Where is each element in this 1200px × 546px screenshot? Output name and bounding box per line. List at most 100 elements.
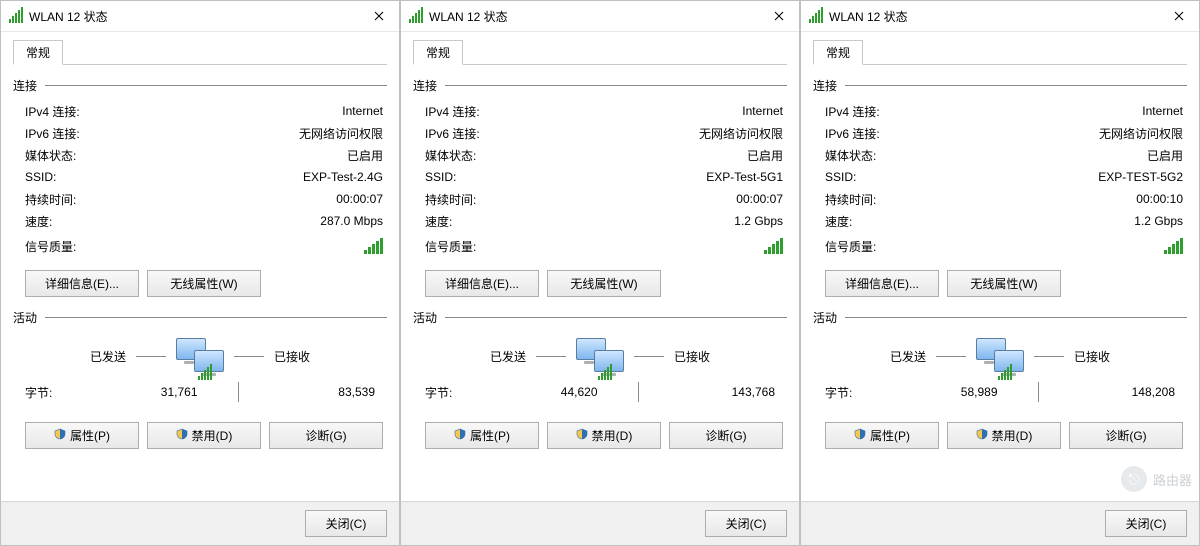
section-connection-label: 连接 bbox=[413, 77, 437, 94]
media-value: 已启用 bbox=[1147, 147, 1183, 164]
wifi-icon bbox=[809, 7, 823, 26]
bytes-label: 字节: bbox=[25, 384, 81, 401]
ipv6-value: 无网络访问权限 bbox=[699, 125, 783, 142]
speed-value: 1.2 Gbps bbox=[734, 214, 783, 228]
bytes-recv-value: 83,539 bbox=[259, 385, 380, 399]
signal-label: 信号质量: bbox=[825, 238, 876, 255]
properties-button[interactable]: 属性(P) bbox=[425, 422, 539, 449]
ipv6-label: IPv6 连接: bbox=[425, 125, 480, 142]
bytes-label: 字节: bbox=[425, 384, 481, 401]
footer: 关闭(C) bbox=[401, 501, 799, 545]
ssid-value: EXP-TEST-5G2 bbox=[1098, 170, 1183, 184]
duration-value: 00:00:07 bbox=[736, 192, 783, 206]
tab-strip: 常规 bbox=[813, 40, 1187, 65]
status-window: WLAN 12 状态 常规 连接 IPv4 连接: Internet IPv6 连… bbox=[800, 0, 1200, 546]
media-label: 媒体状态: bbox=[25, 147, 76, 164]
window-title: WLAN 12 状态 bbox=[429, 8, 759, 25]
watermark-icon: ⎋ bbox=[1121, 466, 1147, 492]
media-label: 媒体状态: bbox=[825, 147, 876, 164]
details-button[interactable]: 详细信息(E)... bbox=[25, 270, 139, 297]
received-label: 已接收 bbox=[674, 348, 710, 365]
tab-general[interactable]: 常规 bbox=[13, 40, 63, 65]
activity-computers-icon bbox=[576, 338, 624, 374]
footer: 关闭(C) bbox=[1, 501, 399, 545]
tab-general[interactable]: 常规 bbox=[413, 40, 463, 65]
duration-value: 00:00:07 bbox=[336, 192, 383, 206]
details-button[interactable]: 详细信息(E)... bbox=[425, 270, 539, 297]
ipv4-value: Internet bbox=[1142, 104, 1183, 118]
media-value: 已启用 bbox=[347, 147, 383, 164]
signal-label: 信号质量: bbox=[425, 238, 476, 255]
close-button[interactable] bbox=[759, 1, 799, 31]
shield-icon bbox=[54, 428, 66, 440]
speed-label: 速度: bbox=[825, 213, 852, 230]
signal-bars-icon bbox=[1164, 238, 1183, 254]
shield-icon bbox=[854, 428, 866, 440]
properties-button[interactable]: 属性(P) bbox=[25, 422, 139, 449]
bytes-recv-value: 143,768 bbox=[659, 385, 780, 399]
disable-button[interactable]: 禁用(D) bbox=[947, 422, 1061, 449]
watermark-text: 路由器 bbox=[1153, 470, 1192, 489]
ipv4-label: IPv4 连接: bbox=[425, 103, 480, 120]
title-bar[interactable]: WLAN 12 状态 bbox=[1, 1, 399, 32]
wifi-icon bbox=[409, 7, 423, 26]
ipv4-label: IPv4 连接: bbox=[25, 103, 80, 120]
shield-icon bbox=[976, 428, 988, 440]
ssid-label: SSID: bbox=[825, 170, 856, 184]
speed-value: 1.2 Gbps bbox=[1134, 214, 1183, 228]
watermark: ⎋ 路由器 bbox=[1121, 466, 1192, 492]
duration-label: 持续时间: bbox=[825, 191, 876, 208]
diagnose-button[interactable]: 诊断(G) bbox=[269, 422, 383, 449]
bytes-sent-value: 58,989 bbox=[881, 385, 1018, 399]
sent-label: 已发送 bbox=[890, 348, 926, 365]
section-connection-header: 连接 bbox=[413, 77, 787, 94]
diagnose-button[interactable]: 诊断(G) bbox=[669, 422, 783, 449]
speed-label: 速度: bbox=[25, 213, 52, 230]
signal-label: 信号质量: bbox=[25, 238, 76, 255]
section-activity-header: 活动 bbox=[413, 309, 787, 326]
ssid-label: SSID: bbox=[425, 170, 456, 184]
window-title: WLAN 12 状态 bbox=[829, 8, 1159, 25]
close-dialog-button[interactable]: 关闭(C) bbox=[705, 510, 787, 537]
shield-icon bbox=[576, 428, 588, 440]
details-button[interactable]: 详细信息(E)... bbox=[825, 270, 939, 297]
diagnose-button[interactable]: 诊断(G) bbox=[1069, 422, 1183, 449]
ipv6-label: IPv6 连接: bbox=[25, 125, 80, 142]
ipv6-value: 无网络访问权限 bbox=[1099, 125, 1183, 142]
close-dialog-button[interactable]: 关闭(C) bbox=[305, 510, 387, 537]
wireless-properties-button[interactable]: 无线属性(W) bbox=[947, 270, 1061, 297]
sent-label: 已发送 bbox=[490, 348, 526, 365]
duration-label: 持续时间: bbox=[425, 191, 476, 208]
title-bar[interactable]: WLAN 12 状态 bbox=[801, 1, 1199, 32]
properties-button[interactable]: 属性(P) bbox=[825, 422, 939, 449]
wireless-properties-button[interactable]: 无线属性(W) bbox=[147, 270, 261, 297]
bytes-sent-value: 31,761 bbox=[81, 385, 218, 399]
tab-strip: 常规 bbox=[13, 40, 387, 65]
stage: WLAN 12 状态 常规 连接 IPv4 连接: Internet IPv6 连… bbox=[0, 0, 1200, 546]
ipv4-value: Internet bbox=[742, 104, 783, 118]
ipv4-value: Internet bbox=[342, 104, 383, 118]
bytes-recv-value: 148,208 bbox=[1059, 385, 1180, 399]
ssid-value: EXP-Test-5G1 bbox=[706, 170, 783, 184]
duration-value: 00:00:10 bbox=[1136, 192, 1183, 206]
ipv6-label: IPv6 连接: bbox=[825, 125, 880, 142]
section-connection-header: 连接 bbox=[13, 77, 387, 94]
disable-button[interactable]: 禁用(D) bbox=[147, 422, 261, 449]
wireless-properties-button[interactable]: 无线属性(W) bbox=[547, 270, 661, 297]
section-activity-header: 活动 bbox=[13, 309, 387, 326]
section-activity-label: 活动 bbox=[813, 309, 837, 326]
close-dialog-button[interactable]: 关闭(C) bbox=[1105, 510, 1187, 537]
ssid-value: EXP-Test-2.4G bbox=[303, 170, 383, 184]
close-button[interactable] bbox=[359, 1, 399, 31]
duration-label: 持续时间: bbox=[25, 191, 76, 208]
ipv4-label: IPv4 连接: bbox=[825, 103, 880, 120]
title-bar[interactable]: WLAN 12 状态 bbox=[401, 1, 799, 32]
section-activity-label: 活动 bbox=[413, 309, 437, 326]
section-connection-label: 连接 bbox=[813, 77, 837, 94]
signal-bars-icon bbox=[364, 238, 383, 254]
speed-label: 速度: bbox=[425, 213, 452, 230]
tab-general[interactable]: 常规 bbox=[813, 40, 863, 65]
close-button[interactable] bbox=[1159, 1, 1199, 31]
shield-icon bbox=[176, 428, 188, 440]
disable-button[interactable]: 禁用(D) bbox=[547, 422, 661, 449]
